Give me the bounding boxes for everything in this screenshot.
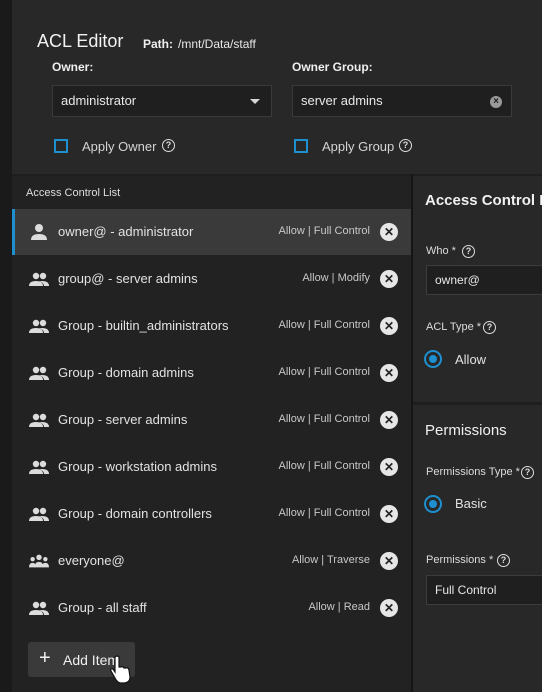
permissions-title: Permissions bbox=[425, 422, 507, 439]
who-select[interactable]: owner@ bbox=[426, 265, 542, 295]
plus-icon: + bbox=[39, 647, 51, 669]
remove-icon[interactable]: ✕ bbox=[380, 364, 398, 382]
acl-item-permission: Allow | Traverse bbox=[291, 554, 370, 566]
acl-item[interactable]: Group - workstation admins Allow | Full … bbox=[12, 444, 411, 490]
clear-icon[interactable]: × bbox=[490, 96, 502, 108]
owner-group-value: server admins bbox=[301, 93, 383, 108]
page-title: ACL Editor bbox=[37, 31, 124, 51]
left-strip bbox=[0, 0, 12, 692]
acl-item-permission: Allow | Full Control bbox=[278, 366, 371, 378]
who-value: owner@ bbox=[435, 273, 480, 287]
remove-icon[interactable]: ✕ bbox=[380, 411, 398, 429]
remove-icon[interactable]: ✕ bbox=[380, 223, 398, 241]
acl-item-name: everyone@ bbox=[58, 553, 125, 568]
everyone-icon bbox=[29, 554, 49, 568]
acl-item-name: Group - server admins bbox=[58, 412, 188, 427]
allow-radio-label: Allow bbox=[455, 352, 487, 367]
acl-item-name: Group - domain admins bbox=[58, 365, 194, 380]
acl-item-name: Group - builtin_administrators bbox=[58, 318, 229, 333]
group-icon bbox=[29, 272, 49, 286]
remove-icon[interactable]: ✕ bbox=[380, 270, 398, 288]
path-value: /mnt/Data/staff bbox=[178, 37, 256, 51]
acl-type-label: ACL Type * bbox=[426, 321, 482, 333]
chevron-down-icon[interactable] bbox=[250, 99, 260, 104]
group-icon bbox=[29, 460, 49, 474]
permissions-label: Permissions * bbox=[426, 554, 494, 566]
acl-item[interactable]: owner@ - administrator Allow | Full Cont… bbox=[12, 209, 411, 255]
group-icon bbox=[29, 413, 49, 427]
owner-group-label: Owner Group: bbox=[292, 60, 373, 74]
acl-item-permission: Allow | Read bbox=[308, 601, 370, 613]
permissions-card bbox=[413, 405, 542, 692]
permissions-value: Full Control bbox=[435, 583, 497, 597]
owner-value: administrator bbox=[61, 93, 137, 108]
remove-icon[interactable]: ✕ bbox=[380, 458, 398, 476]
apply-group-help-icon[interactable]: ? bbox=[399, 139, 412, 152]
acl-item[interactable]: Group - domain admins Allow | Full Contr… bbox=[12, 350, 411, 396]
group-icon bbox=[29, 507, 49, 521]
group-icon bbox=[29, 601, 49, 615]
apply-group-checkbox[interactable] bbox=[294, 139, 308, 153]
acl-item[interactable]: everyone@ Allow | Traverse ✕ bbox=[12, 538, 411, 584]
acl-item-permission: Allow | Full Control bbox=[278, 319, 371, 331]
apply-group-label: Apply Group bbox=[322, 139, 395, 154]
basic-radio[interactable] bbox=[424, 495, 442, 513]
acl-item-permission: Allow | Full Control bbox=[278, 507, 371, 519]
who-label: Who * bbox=[426, 245, 456, 257]
acl-item-name: owner@ - administrator bbox=[58, 224, 194, 239]
acl-item[interactable]: group@ - server admins Allow | Modify ✕ bbox=[12, 256, 411, 302]
acl-item[interactable]: Group - domain controllers Allow | Full … bbox=[12, 491, 411, 537]
owner-select[interactable]: administrator bbox=[52, 85, 272, 117]
apply-owner-help-icon[interactable]: ? bbox=[162, 139, 175, 152]
acl-item-permission: Allow | Full Control bbox=[278, 413, 371, 425]
remove-icon[interactable]: ✕ bbox=[380, 552, 398, 570]
group-icon bbox=[29, 319, 49, 333]
apply-owner-checkbox[interactable] bbox=[54, 139, 68, 153]
group-icon bbox=[29, 366, 49, 380]
acl-item[interactable]: Group - builtin_administrators Allow | F… bbox=[12, 303, 411, 349]
acl-item-name: Group - workstation admins bbox=[58, 459, 217, 474]
who-help-icon[interactable]: ? bbox=[462, 245, 475, 258]
permissions-type-label: Permissions Type * bbox=[426, 466, 520, 478]
permissions-select[interactable]: Full Control bbox=[426, 575, 542, 605]
acl-item-permission: Allow | Modify bbox=[302, 272, 370, 284]
remove-icon[interactable]: ✕ bbox=[380, 599, 398, 617]
acl-item[interactable]: Group - server admins Allow | Full Contr… bbox=[12, 397, 411, 443]
user-icon bbox=[31, 224, 47, 240]
owner-label: Owner: bbox=[52, 60, 94, 74]
acl-item-name: Group - all staff bbox=[58, 600, 147, 615]
acl-item-permission: Allow | Full Control bbox=[278, 460, 371, 472]
acl-item-permission: Allow | Full Control bbox=[278, 225, 371, 237]
allow-radio[interactable] bbox=[424, 350, 442, 368]
owner-group-input[interactable]: server admins × bbox=[292, 85, 512, 117]
acl-item-name: Group - domain controllers bbox=[58, 506, 212, 521]
path-label: Path: bbox=[143, 37, 173, 51]
entry-title: Access Control E bbox=[425, 192, 542, 209]
hand-cursor-icon bbox=[110, 655, 131, 684]
acl-item[interactable]: Group - all staff Allow | Read ✕ bbox=[12, 585, 411, 631]
acl-item-name: group@ - server admins bbox=[58, 271, 198, 286]
selected-indicator bbox=[12, 209, 15, 255]
apply-owner-label: Apply Owner bbox=[82, 139, 157, 154]
acl-list-header: Access Control List bbox=[26, 187, 121, 199]
acl-type-help-icon[interactable]: ? bbox=[483, 321, 496, 334]
basic-radio-label: Basic bbox=[455, 496, 487, 511]
permissions-type-help-icon[interactable]: ? bbox=[521, 466, 534, 479]
permissions-help-icon[interactable]: ? bbox=[497, 554, 510, 567]
remove-icon[interactable]: ✕ bbox=[380, 505, 398, 523]
remove-icon[interactable]: ✕ bbox=[380, 317, 398, 335]
